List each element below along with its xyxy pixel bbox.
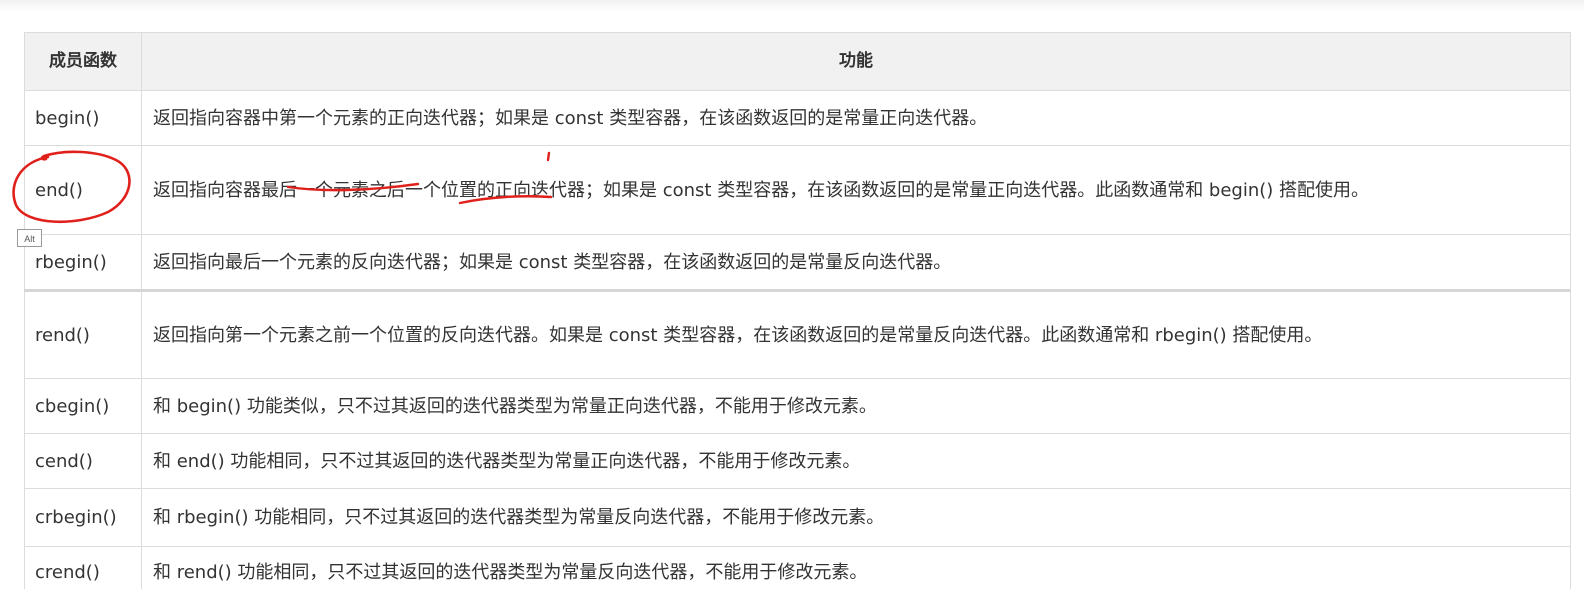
top-edge xyxy=(0,0,1584,12)
table-row: begin() 返回指向容器中第一个元素的正向迭代器；如果是 const 类型容… xyxy=(24,90,1571,146)
member-cell: cend() xyxy=(24,433,142,489)
member-cell: crbegin() xyxy=(24,488,142,547)
member-cell: rbegin() xyxy=(24,234,142,292)
table-row: cend() 和 end() 功能相同，只不过其返回的迭代器类型为常量正向迭代器… xyxy=(24,433,1571,489)
member-cell: crend() xyxy=(24,546,142,589)
description-cell: 和 rend() 功能相同，只不过其返回的迭代器类型为常量反向迭代器，不能用于修… xyxy=(141,546,1571,589)
table-row: crend() 和 rend() 功能相同，只不过其返回的迭代器类型为常量反向迭… xyxy=(24,546,1571,589)
description-cell: 和 end() 功能相同，只不过其返回的迭代器类型为常量正向迭代器，不能用于修改… xyxy=(141,433,1571,489)
table-row: rbegin() 返回指向最后一个元素的反向迭代器；如果是 const 类型容器… xyxy=(24,234,1571,292)
description-cell: 和 rbegin() 功能相同，只不过其返回的迭代器类型为常量反向迭代器，不能用… xyxy=(141,488,1571,547)
header-function: 功能 xyxy=(141,32,1571,91)
screenshot-page: 成员函数 功能 begin() 返回指向容器中第一个元素的正向迭代器；如果是 c… xyxy=(0,0,1584,589)
description-cell: 返回指向最后一个元素的反向迭代器；如果是 const 类型容器，在该函数返回的是… xyxy=(141,234,1571,292)
table-row: crbegin() 和 rbegin() 功能相同，只不过其返回的迭代器类型为常… xyxy=(24,488,1571,547)
alt-tooltip: Alt xyxy=(17,229,42,247)
description-cell: 返回指向容器最后一个元素之后一个位置的正向迭代器；如果是 const 类型容器，… xyxy=(141,145,1571,235)
member-cell: cbegin() xyxy=(24,378,142,434)
table-row: end() 返回指向容器最后一个元素之后一个位置的正向迭代器；如果是 const… xyxy=(24,145,1571,235)
header-member-function: 成员函数 xyxy=(24,32,142,91)
description-cell: 返回指向容器中第一个元素的正向迭代器；如果是 const 类型容器，在该函数返回… xyxy=(141,90,1571,146)
table-row: rend() 返回指向第一个元素之前一个位置的反向迭代器。如果是 const 类… xyxy=(24,290,1571,379)
table-row: cbegin() 和 begin() 功能类似，只不过其返回的迭代器类型为常量正… xyxy=(24,378,1571,434)
member-cell: begin() xyxy=(24,90,142,146)
member-cell: rend() xyxy=(24,290,142,379)
description-cell: 和 begin() 功能类似，只不过其返回的迭代器类型为常量正向迭代器，不能用于… xyxy=(141,378,1571,434)
table-header-row: 成员函数 功能 xyxy=(24,32,1571,91)
member-cell: end() xyxy=(24,145,142,235)
description-cell: 返回指向第一个元素之前一个位置的反向迭代器。如果是 const 类型容器，在该函… xyxy=(141,290,1571,379)
iterator-function-table-wrapper: 成员函数 功能 begin() 返回指向容器中第一个元素的正向迭代器；如果是 c… xyxy=(24,32,1571,589)
iterator-function-table: 成员函数 功能 begin() 返回指向容器中第一个元素的正向迭代器；如果是 c… xyxy=(24,32,1571,589)
